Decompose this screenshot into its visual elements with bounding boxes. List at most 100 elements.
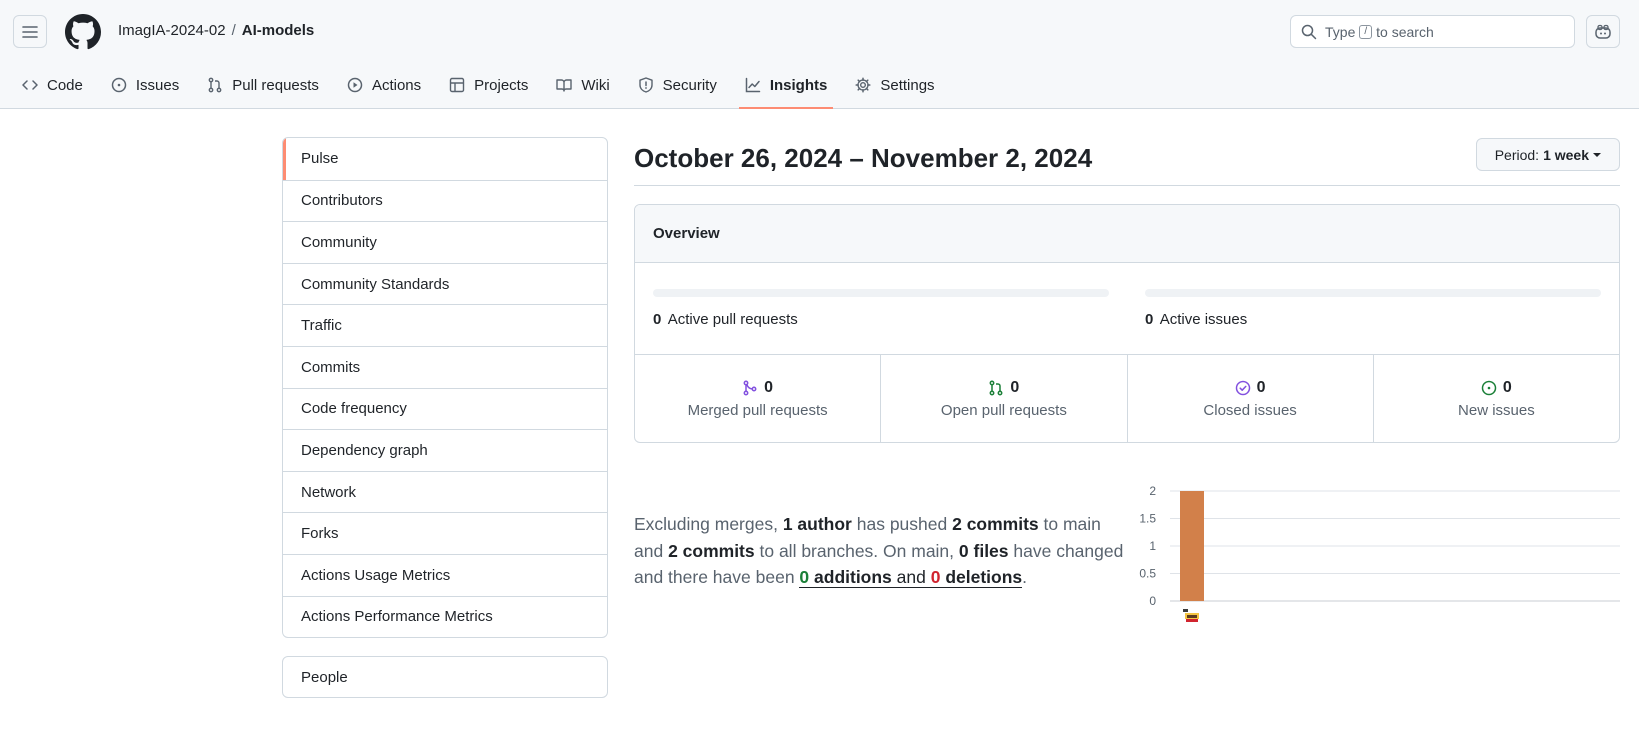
search-icon	[1301, 24, 1317, 39]
stat-merged-prs[interactable]: 0 Merged pull requests	[635, 355, 880, 442]
repo-nav-tabs: Code Issues Pull requests Actions Projec…	[0, 68, 953, 109]
play-icon	[347, 77, 363, 93]
sidebar-item-network[interactable]: Network	[283, 470, 607, 513]
graph-icon	[745, 77, 761, 93]
hamburger-icon	[22, 25, 38, 38]
summary-text: to all branches. On main,	[754, 540, 959, 561]
sidebar-item-actions-performance-metrics[interactable]: Actions Performance Metrics	[283, 595, 607, 638]
stat-open-prs[interactable]: 0 Open pull requests	[880, 355, 1126, 442]
app-header: ImagIA-2024-02 / AI-models Type / to searc…	[0, 0, 1639, 109]
active-issues-progress-bar	[1145, 289, 1601, 297]
active-prs-progress-bar	[653, 289, 1109, 297]
tab-label: Actions	[371, 76, 422, 94]
y-tick-label: 1.5	[1139, 512, 1156, 526]
stat-new-issues[interactable]: 0 New issues	[1372, 355, 1619, 442]
active-issues-label: Active issues	[1159, 311, 1248, 328]
search-input[interactable]: Type / to search	[1290, 15, 1575, 48]
sidebar-item-pulse[interactable]: Pulse	[283, 138, 607, 180]
stat-label: Merged pull requests	[687, 401, 828, 419]
repo-name-link[interactable]: AI-models	[242, 22, 315, 39]
tab-code[interactable]: Code	[12, 68, 93, 102]
active-prs-summary[interactable]: 0 Active pull requests	[653, 311, 798, 328]
github-logo-icon[interactable]	[65, 14, 101, 50]
period-select-button[interactable]: Period: 1 week	[1475, 138, 1620, 171]
additions-deletions-link[interactable]: 0 additions and 0 deletions	[799, 567, 1023, 588]
additions-count: 0	[799, 567, 810, 587]
pull-request-icon	[208, 77, 222, 93]
tab-settings[interactable]: Settings	[845, 68, 944, 102]
issue-closed-icon	[1235, 380, 1250, 395]
page-title: October 26, 2024 – November 2, 2024	[634, 143, 1093, 173]
tab-projects[interactable]: Projects	[439, 68, 538, 102]
insights-sidebar: Pulse Contributors Community Community S…	[282, 137, 608, 639]
stat-count: 0	[1256, 378, 1266, 396]
issue-opened-icon	[1481, 380, 1497, 395]
breadcrumb-separator: /	[231, 22, 236, 39]
tab-label: Issues	[135, 76, 180, 94]
tab-label: Security	[662, 76, 717, 94]
tab-pull-requests[interactable]: Pull requests	[197, 68, 329, 102]
summary-text: Excluding merges,	[634, 514, 783, 534]
additions-label: additions	[809, 567, 892, 587]
active-issues-count: 0	[1145, 311, 1154, 328]
search-placeholder-before: Type	[1325, 23, 1356, 40]
tab-insights[interactable]: Insights	[735, 68, 838, 109]
y-tick-label: 0	[1149, 594, 1156, 608]
header-top-bar: ImagIA-2024-02 / AI-models Type / to searc…	[0, 0, 1639, 62]
stat-label: Open pull requests	[940, 401, 1067, 419]
summary-text: .	[1022, 567, 1028, 587]
sidebar-item-contributors[interactable]: Contributors	[283, 179, 607, 222]
caret-down-icon	[1593, 152, 1601, 157]
book-icon	[556, 79, 573, 92]
tab-label: Insights	[769, 76, 828, 94]
git-pull-request-icon	[989, 380, 1003, 395]
tab-label: Pull requests	[232, 76, 319, 94]
stat-label: Closed issues	[1203, 401, 1297, 419]
shield-icon	[638, 77, 653, 93]
tab-wiki[interactable]: Wiki	[546, 68, 619, 102]
commit-bar[interactable]	[1180, 491, 1204, 601]
summary-text: has pushed	[851, 514, 953, 534]
tab-label: Wiki	[581, 76, 610, 94]
gear-icon	[855, 77, 871, 93]
author-avatar[interactable]	[1183, 609, 1199, 622]
y-tick-label: 1	[1149, 539, 1156, 553]
repo-owner-link[interactable]: ImagIA-2024-02	[118, 22, 226, 39]
period-label: Period:	[1494, 146, 1540, 163]
y-tick-label: 2	[1149, 484, 1156, 498]
sidebar-item-code-frequency[interactable]: Code frequency	[283, 387, 607, 430]
summary-authors: 1 author	[782, 514, 852, 534]
stat-count: 0	[764, 378, 774, 396]
summary-files: 0 files	[958, 540, 1009, 561]
sidebar-item-traffic[interactable]: Traffic	[283, 304, 607, 346]
tab-label: Projects	[474, 76, 529, 94]
commit-summary: Excluding merges, 1 author has pushed 2 …	[634, 511, 1124, 591]
menu-button[interactable]	[13, 15, 47, 48]
summary-commits-all: 2 commits	[668, 540, 755, 561]
search-placeholder-after: to search	[1376, 23, 1434, 40]
sidebar-item-people[interactable]: People	[282, 656, 608, 698]
overview-stats: 0 Merged pull requests 0 Open pull reque…	[635, 355, 1619, 442]
active-prs-count: 0	[653, 311, 662, 328]
summary-commits-main: 2 commits	[952, 514, 1039, 534]
deletions-label: deletions	[940, 567, 1023, 587]
sidebar-item-commits[interactable]: Commits	[283, 345, 607, 388]
stat-count: 0	[1010, 378, 1020, 396]
stat-count: 0	[1502, 378, 1512, 396]
sidebar-item-forks[interactable]: Forks	[283, 512, 607, 554]
tab-issues[interactable]: Issues	[101, 68, 189, 102]
active-issues-summary[interactable]: 0 Active issues	[1145, 311, 1247, 328]
tab-security[interactable]: Security	[628, 68, 727, 102]
tab-actions[interactable]: Actions	[337, 68, 431, 102]
sidebar-item-dependency-graph[interactable]: Dependency graph	[283, 429, 607, 471]
sidebar-item-actions-usage-metrics[interactable]: Actions Usage Metrics	[283, 553, 607, 596]
git-merge-icon	[743, 380, 757, 395]
period-value: 1 week	[1543, 146, 1589, 163]
sidebar-item-community[interactable]: Community	[283, 221, 607, 263]
copilot-button[interactable]	[1586, 15, 1620, 48]
stat-label: New issues	[1458, 401, 1535, 419]
divider	[634, 185, 1620, 186]
stat-closed-issues[interactable]: 0 Closed issues	[1126, 355, 1373, 442]
issue-icon	[111, 77, 127, 93]
sidebar-item-community-standards[interactable]: Community Standards	[283, 262, 607, 305]
